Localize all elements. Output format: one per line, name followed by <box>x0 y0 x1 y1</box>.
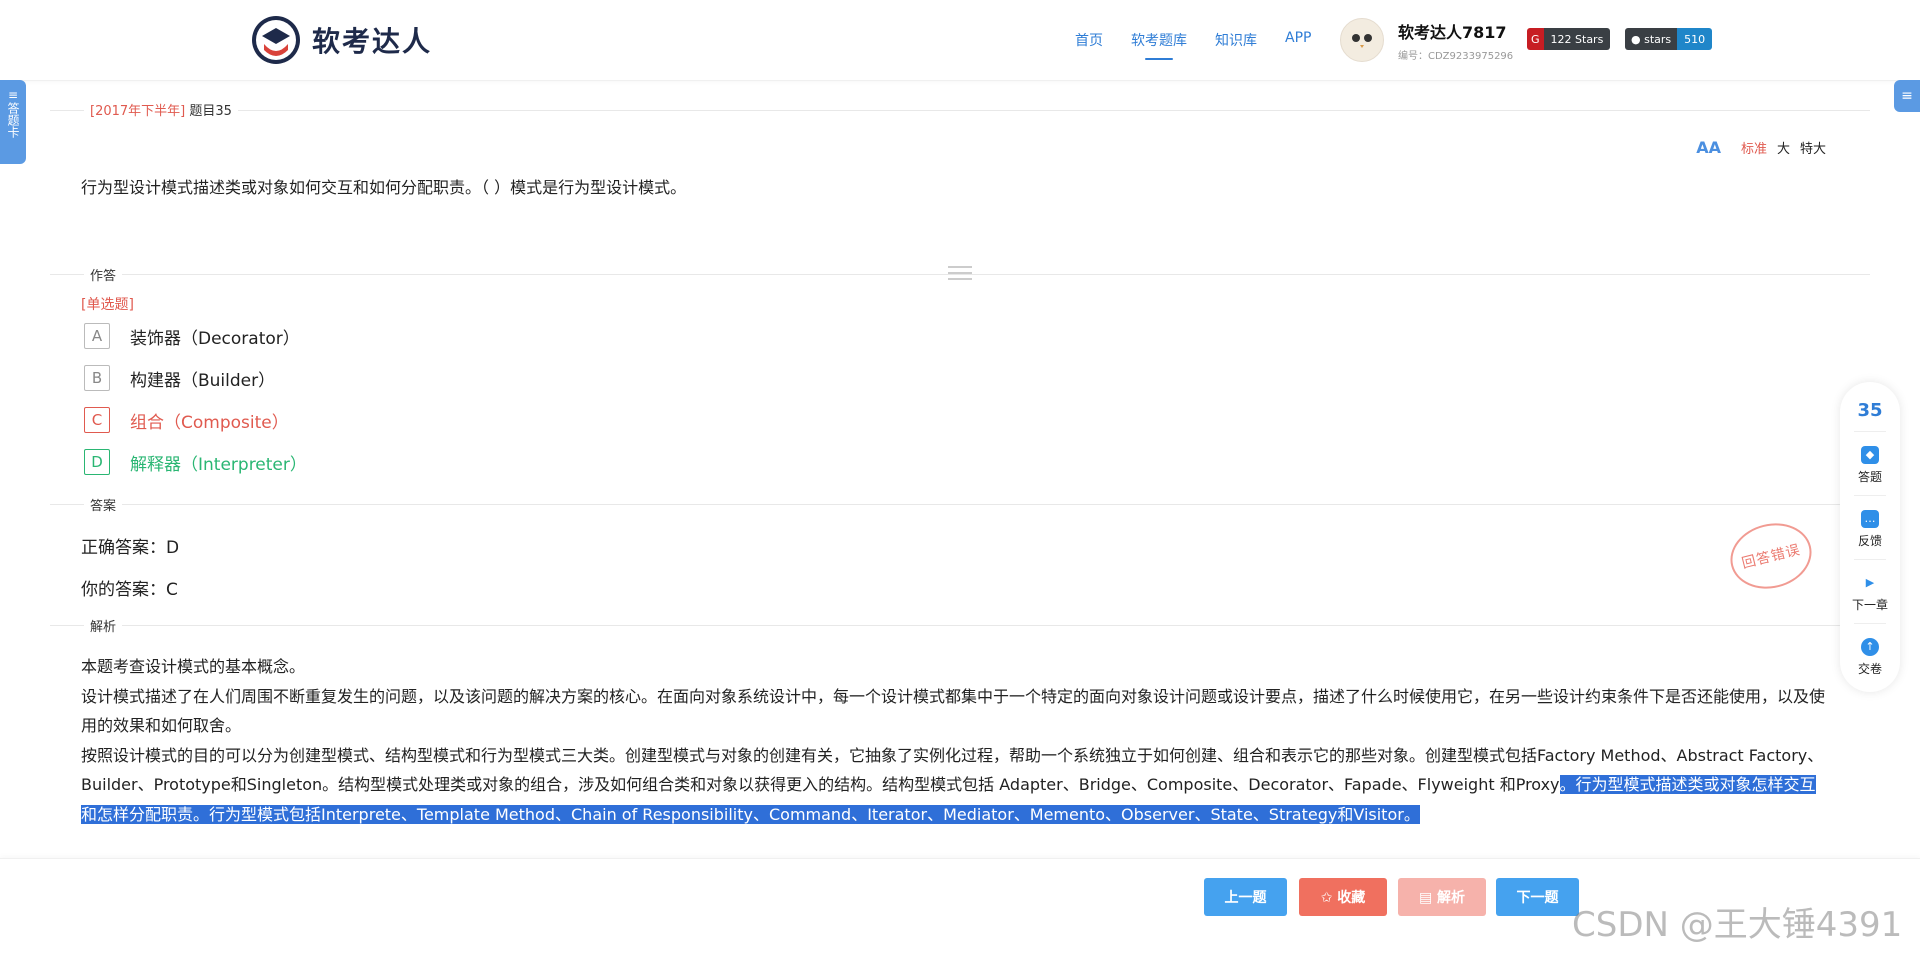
analysis-paragraph: 设计模式描述了在人们周围不断重复发生的问题，以及该问题的解决方案的核心。在面向对… <box>81 686 1826 736</box>
favorite-button[interactable]: ✩ 收藏 <box>1299 878 1387 916</box>
option-letter: A <box>84 323 110 349</box>
divider <box>50 110 1870 111</box>
analysis-paragraph: 按照设计模式的目的可以分为创建型模式、结构型模式和行为型模式三大类。创建型模式与… <box>81 745 1824 824</box>
prev-question-button[interactable]: 上一题 <box>1204 878 1287 916</box>
nav-knowledge[interactable]: 知识库 <box>1215 30 1257 50</box>
gitee-stars-badge[interactable]: G 122 Stars <box>1527 28 1611 50</box>
feedback-icon: … <box>1861 510 1879 528</box>
submit-button[interactable]: ↑ 交卷 <box>1840 638 1900 677</box>
font-size-switch: AA 标准 大 特大 <box>1696 138 1826 157</box>
analysis-text: 本题考查设计模式的基本概念。 设计模式描述了在人们周围不断重复发生的问题，以及该… <box>81 652 1831 829</box>
correct-answer: 正确答案：D <box>81 538 180 558</box>
question-number: 题目35 <box>189 104 232 119</box>
site-logo[interactable]: 软考达人 <box>250 14 432 66</box>
next-question-button[interactable]: 下一题 <box>1496 878 1579 916</box>
menu-icon: ≡ <box>7 88 19 102</box>
avatar <box>1340 18 1384 62</box>
nav-question-bank[interactable]: 软考题库 <box>1131 30 1187 60</box>
feedback-button[interactable]: … 反馈 <box>1840 510 1900 549</box>
answer-card-label: 答题卡 <box>6 102 20 138</box>
font-standard[interactable]: 标准 <box>1741 138 1767 157</box>
nav-home[interactable]: 首页 <box>1075 30 1103 50</box>
option-d[interactable]: D 解释器（Interpreter） <box>84 449 307 475</box>
font-xlarge[interactable]: 特大 <box>1800 138 1826 157</box>
answer-card-tab[interactable]: ≡ 答题卡 <box>0 80 26 164</box>
option-a[interactable]: A 装饰器（Decorator） <box>84 323 300 349</box>
wrong-answer-stamp: 回答错误 <box>1723 515 1819 597</box>
question-heading: [2017年下半年] 题目35 <box>84 100 238 119</box>
font-size-icon: AA <box>1696 138 1721 157</box>
logo-text: 软考达人 <box>312 25 433 58</box>
menu-icon: ≡ <box>1901 88 1913 104</box>
main-nav: 首页 软考题库 知识库 APP <box>1075 30 1339 60</box>
floating-toolbar: 35 ◆ 答题 … 反馈 ▶ 下一章 ↑ 交卷 <box>1840 382 1900 692</box>
divider <box>50 504 1870 505</box>
github-label: ● stars <box>1625 28 1678 50</box>
gitee-stars-count: 122 Stars <box>1543 28 1611 50</box>
option-text: 构建器（Builder） <box>130 370 276 391</box>
user-id: 编号：CDZ9233975296 <box>1398 50 1514 62</box>
option-text: 装饰器（Decorator） <box>130 328 300 349</box>
right-menu-tab[interactable]: ≡ <box>1894 80 1920 112</box>
analysis-button[interactable]: ▤ 解析 <box>1398 878 1486 916</box>
question-text: 行为型设计模式描述类或对象如何交互和如何分配职责。（ ）模式是行为型设计模式。 <box>81 178 687 197</box>
github-stars-count: 510 <box>1677 28 1713 50</box>
analysis-section-label: 解析 <box>84 616 123 635</box>
option-letter: B <box>84 365 110 391</box>
question-counter: 35 <box>1857 400 1883 421</box>
option-text: 组合（Composite） <box>130 412 289 433</box>
option-text: 解释器（Interpreter） <box>130 454 307 475</box>
github-stars-badge[interactable]: ● stars 510 <box>1625 28 1713 50</box>
answer-sheet-button[interactable]: ◆ 答题 <box>1840 446 1900 485</box>
option-letter: C <box>84 407 110 433</box>
font-large[interactable]: 大 <box>1777 138 1790 157</box>
option-c[interactable]: C 组合（Composite） <box>84 407 289 433</box>
top-header: 软考达人 首页 软考题库 知识库 APP 软考达人7817 编号：CDZ9233… <box>0 0 1920 81</box>
user-profile[interactable]: 软考达人7817 编号：CDZ9233975296 <box>1340 18 1513 62</box>
drag-handle[interactable] <box>948 266 972 282</box>
csdn-watermark: CSDN @王大锤4391 <box>1572 905 1903 945</box>
skip-next-icon: ▶ <box>1865 576 1875 589</box>
github-icon: ● <box>1631 32 1641 46</box>
analysis-paragraph: 本题考查设计模式的基本概念。 <box>81 657 306 676</box>
answer-sheet-icon: ◆ <box>1861 446 1879 464</box>
upload-icon: ↑ <box>1861 638 1879 656</box>
option-letter: D <box>84 449 110 475</box>
answer-section-label: 作答 <box>84 265 123 284</box>
option-b[interactable]: B 构建器（Builder） <box>84 365 275 391</box>
your-answer: 你的答案：C <box>81 580 178 600</box>
user-name: 软考达人7817 <box>1398 22 1507 42</box>
gitee-icon: G <box>1527 28 1544 50</box>
question-type: [单选题] <box>81 297 134 313</box>
result-section-label: 答案 <box>84 495 123 514</box>
next-chapter-button[interactable]: ▶ 下一章 <box>1840 574 1900 613</box>
logo-icon <box>252 16 300 64</box>
nav-app[interactable]: APP <box>1285 30 1311 50</box>
divider <box>50 625 1870 626</box>
year-tag: [2017年下半年] <box>90 104 186 119</box>
